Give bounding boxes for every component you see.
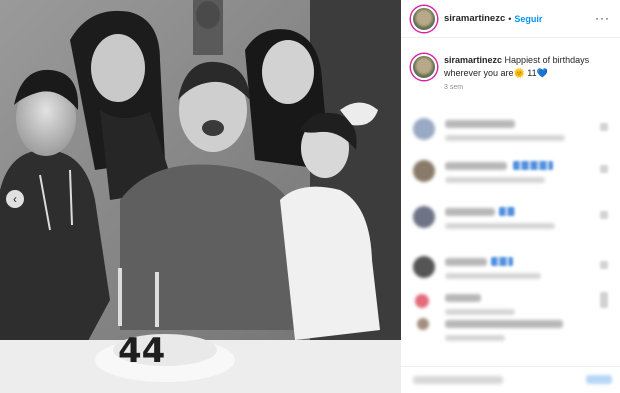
- comment-line: [445, 335, 505, 341]
- chevron-left-icon: ‹: [13, 192, 17, 206]
- list-item: [401, 156, 620, 196]
- avatar[interactable]: [417, 318, 429, 330]
- avatar[interactable]: [413, 160, 435, 182]
- blue-heart-icon: 💙: [536, 68, 548, 78]
- comment-line: [445, 208, 495, 216]
- separator-dot: •: [508, 13, 512, 24]
- caption-avatar[interactable]: [411, 54, 437, 80]
- emoji-row: [499, 207, 515, 216]
- heart-icon[interactable]: [600, 261, 608, 269]
- caption-username[interactable]: siramartinezc: [444, 55, 502, 65]
- comment-input[interactable]: [413, 376, 503, 384]
- comment-line: [445, 294, 481, 302]
- avatar[interactable]: [411, 5, 437, 32]
- carousel-prev-button[interactable]: ‹: [6, 190, 24, 208]
- list-item: [401, 314, 620, 354]
- avatar[interactable]: [415, 294, 429, 308]
- publish-button[interactable]: [586, 375, 612, 384]
- post-username[interactable]: siramartinezc: [444, 13, 505, 24]
- comment-line: [445, 135, 565, 141]
- list-item: [401, 202, 620, 242]
- comment-line: [445, 223, 555, 229]
- post-photo[interactable]: 44 ‹: [0, 0, 401, 393]
- more-options-icon[interactable]: ···: [595, 11, 610, 25]
- post-side-panel: siramartinezc • Seguir ··· siramartinezc…: [401, 0, 620, 393]
- comment-composer: [401, 366, 620, 393]
- avatar[interactable]: [413, 118, 435, 140]
- heart-icon[interactable]: [600, 211, 608, 219]
- heart-icon[interactable]: [600, 123, 608, 131]
- family-photo: 44: [0, 0, 401, 393]
- comment-line: [445, 177, 545, 183]
- avatar[interactable]: [413, 206, 435, 228]
- list-item: [401, 252, 620, 292]
- sun-emoji-icon: 🌞: [513, 68, 525, 78]
- comment-line: [445, 320, 563, 328]
- comment-line: [445, 120, 515, 128]
- comment-line: [445, 162, 507, 170]
- post-time: 3 sem: [444, 84, 464, 91]
- post-caption: siramartinezc Happiest of birthdays wher…: [401, 38, 620, 80]
- avatar[interactable]: [413, 256, 435, 278]
- svg-text:44: 44: [118, 331, 165, 371]
- list-item: [401, 114, 620, 154]
- heart-icon[interactable]: [600, 292, 608, 308]
- emoji-row: [491, 257, 513, 266]
- emoji-row: [513, 161, 553, 170]
- comment-line: [445, 258, 487, 266]
- caption-text: siramartinezc Happiest of birthdays wher…: [444, 54, 610, 80]
- follow-button[interactable]: Seguir: [514, 14, 542, 24]
- caption-number: 11: [527, 68, 537, 78]
- heart-icon[interactable]: [600, 165, 608, 173]
- comment-line: [445, 273, 541, 279]
- post-header: siramartinezc • Seguir ···: [401, 0, 620, 38]
